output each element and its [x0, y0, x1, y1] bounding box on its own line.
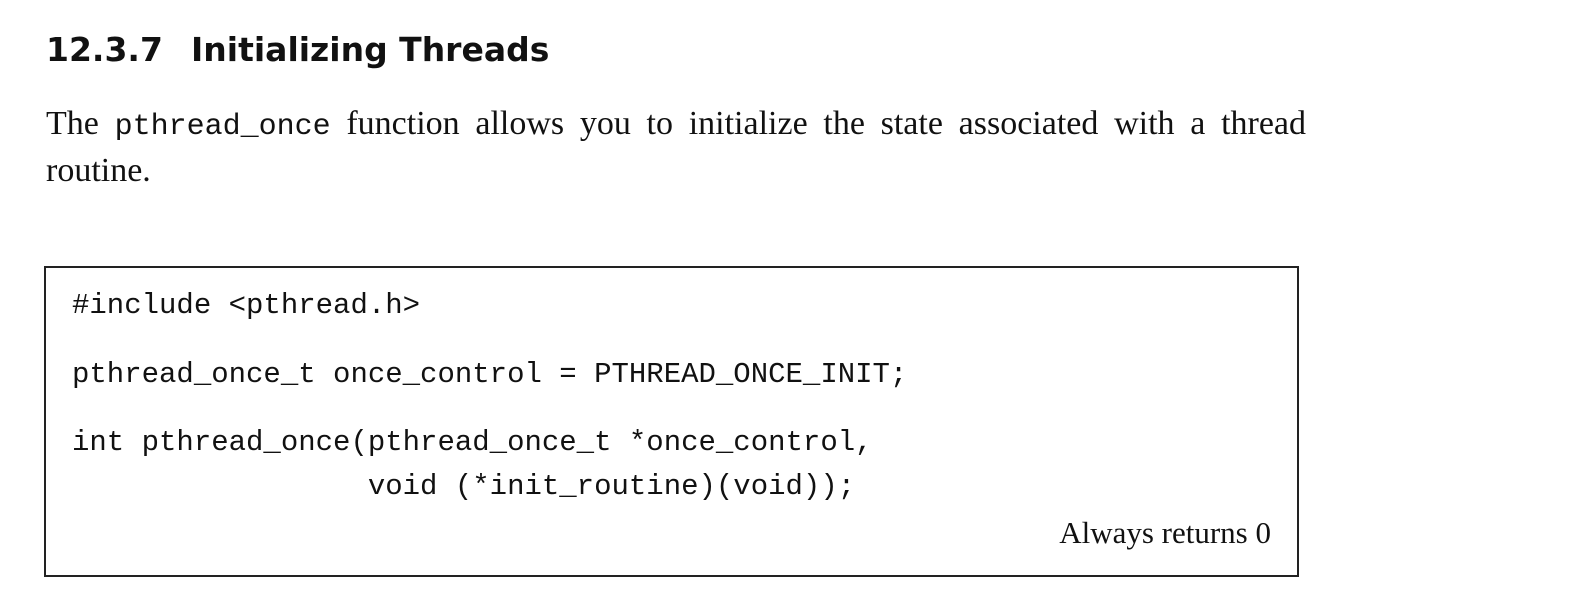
intro-paragraph: The pthread_once function allows you to … [46, 102, 1306, 193]
function-prototype-box: #include <pthread.h> pthread_once_t once… [44, 266, 1299, 577]
section-number: 12.3.7 [46, 30, 163, 69]
include-line: #include <pthread.h> [72, 289, 421, 322]
intro-text-line1: function allows you to initialize the st… [346, 105, 1206, 142]
section-title: Initializing Threads [191, 30, 550, 69]
return-value-note: Always returns 0 [1059, 515, 1271, 550]
prototype-line-2: void (*init_routine)(void)); [72, 470, 856, 503]
intro-lead: The [46, 105, 99, 142]
once-control-declaration: pthread_once_t once_control = PTHREAD_ON… [72, 358, 908, 391]
prototype-line-1: int pthread_once(pthread_once_t *once_co… [72, 426, 873, 459]
function-name: pthread_once [114, 110, 331, 144]
section-heading: 12.3.7 Initializing Threads [46, 28, 549, 72]
